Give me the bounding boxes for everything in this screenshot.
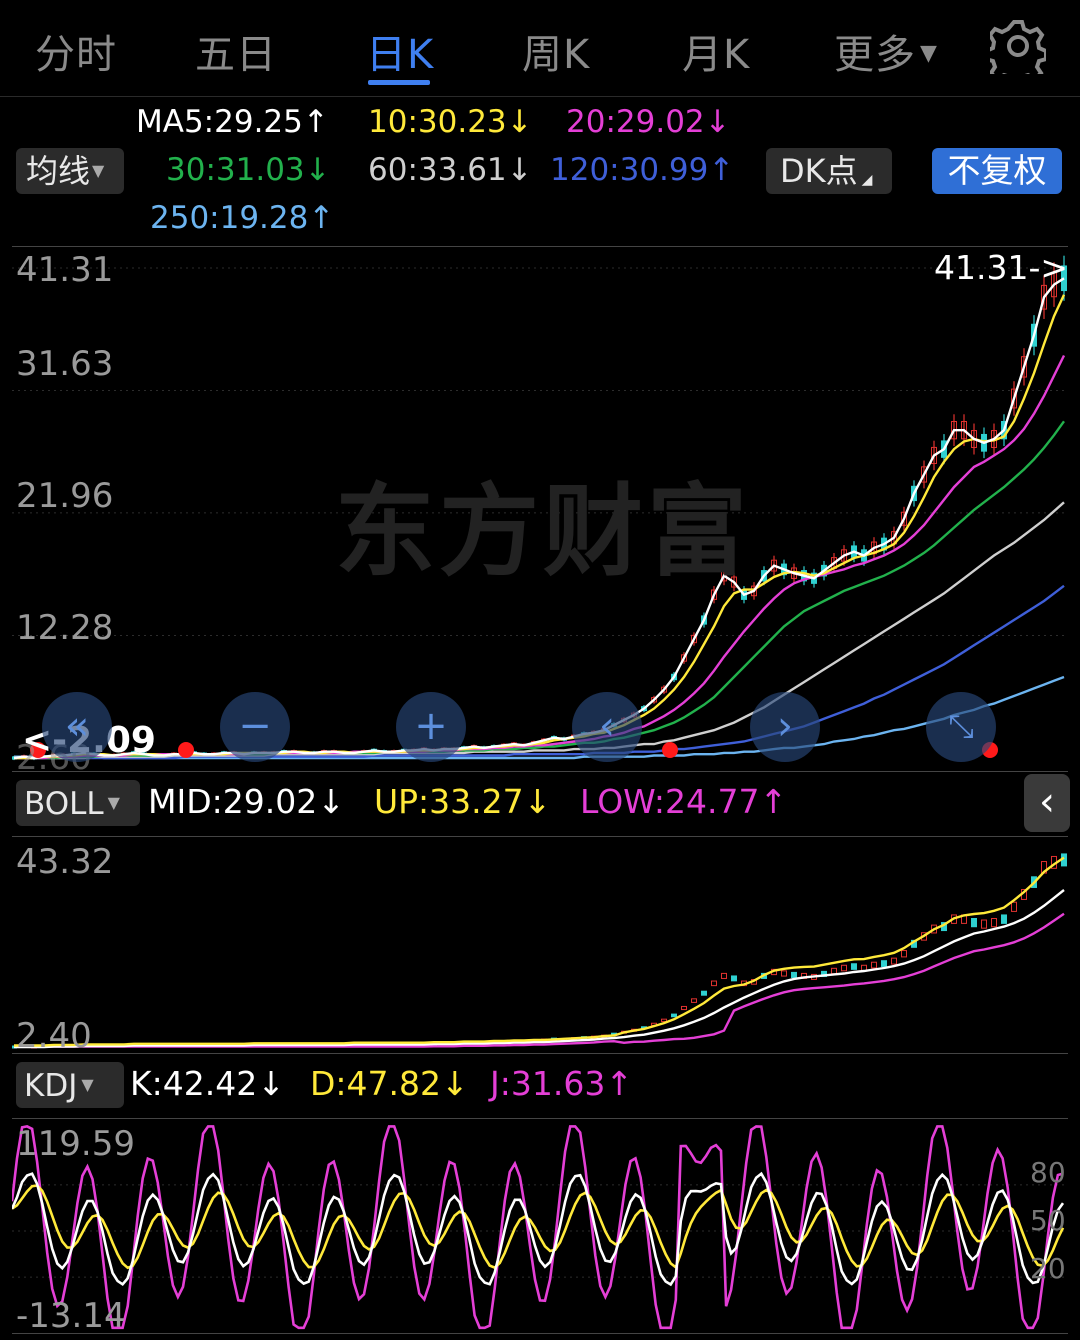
ma-line-ma120	[14, 584, 1065, 760]
boll-candle	[721, 972, 727, 979]
boll-up-label: UP:33.27↓	[374, 782, 552, 821]
tab-monthly-k[interactable]: 月K	[682, 22, 750, 80]
boll-candle	[1011, 901, 1017, 912]
ma120-label: 120:30.99↑	[550, 152, 735, 188]
dk-point-button[interactable]: DK点 ◢	[766, 148, 892, 194]
boll-candle	[881, 960, 887, 967]
gear-icon[interactable]	[990, 18, 1046, 74]
collapse-panel-button[interactable]: ‹	[1024, 774, 1070, 832]
arrow-right-icon: ->	[1028, 248, 1069, 287]
price-axis-label: 21.96	[16, 476, 114, 516]
kdj-axis-label: 50	[1030, 1204, 1066, 1237]
zoom-out-icon[interactable]: −	[220, 692, 290, 762]
boll-candle	[851, 963, 857, 970]
price-axis-label: 41.31	[16, 250, 114, 290]
boll-low-label: LOW:24.77↑	[580, 782, 788, 821]
boll-selector-label: BOLL	[24, 786, 104, 822]
ma10-label: 10:30.23↓	[368, 104, 533, 140]
dropdown-arrow-icon: ▼	[107, 793, 120, 812]
boll-candle	[681, 1005, 687, 1011]
boll-axis-label: 2.40	[16, 1016, 92, 1056]
max-price-marker: 41.31->	[934, 248, 1068, 287]
kdj-chart[interactable]	[12, 1118, 1068, 1332]
ma5-label: MA5:29.25↑	[136, 104, 329, 140]
dropdown-arrow-icon: ▼	[920, 41, 938, 66]
fullscreen-icon[interactable]: ⤡	[926, 692, 996, 762]
boll-candle	[991, 917, 997, 928]
boll-candle	[701, 990, 707, 996]
boll-candle	[971, 917, 977, 928]
tab-daily-k[interactable]: 日K	[366, 22, 434, 80]
kdj-j-label: J:31.63↑	[490, 1064, 633, 1103]
period-tabs: 分时 五日 日K 周K 月K 更多 ▼	[0, 0, 1080, 97]
boll-chart[interactable]	[12, 836, 1068, 1052]
price-axis-label: 12.28	[16, 608, 114, 648]
max-price-value: 41.31	[934, 248, 1029, 287]
kdj-axis-label: -13.14	[16, 1296, 126, 1336]
boll-axis-label: 43.32	[16, 842, 114, 882]
tab-five-day[interactable]: 五日	[195, 22, 277, 80]
watermark: 东方财富	[335, 473, 751, 590]
boll-candle	[711, 980, 717, 987]
boll-candle	[781, 970, 787, 977]
boll-candle	[791, 971, 797, 978]
boll-low-line	[14, 912, 1065, 1048]
kdj-d-label: D:47.82↓	[310, 1064, 469, 1103]
boll-candle	[981, 919, 987, 929]
kdj-selector-label: KDJ	[24, 1068, 78, 1104]
chevron-left-icon: ‹	[1039, 779, 1055, 825]
boll-candle	[691, 998, 697, 1003]
boll-candle	[871, 961, 877, 969]
ma60-label: 60:33.61↓	[368, 152, 533, 188]
dk-signal-dot	[662, 742, 678, 758]
kdj-axis-label: 80	[1030, 1156, 1066, 1189]
corner-arrow-icon: ◢	[861, 172, 873, 188]
ma-selector-label: 均线	[26, 152, 91, 190]
boll-candle	[891, 957, 897, 965]
dropdown-arrow-icon: ▼	[92, 161, 105, 180]
tab-weekly-k[interactable]: 周K	[522, 22, 590, 80]
adjust-mode-button[interactable]: 不复权	[932, 148, 1062, 194]
left-icon[interactable]: ‹	[572, 692, 642, 762]
active-tab-underline	[368, 80, 430, 85]
kdj-k-label: K:42.42↓	[130, 1064, 285, 1103]
dropdown-arrow-icon: ▼	[81, 1075, 94, 1094]
double-left-icon[interactable]: «	[42, 692, 112, 762]
boll-candle	[841, 964, 847, 972]
ma-selector-button[interactable]: 均线 ▼	[16, 148, 124, 194]
ma250-label: 250:19.28↑	[150, 200, 335, 236]
boll-candle	[831, 967, 837, 975]
boll-mid-label: MID:29.02↓	[148, 782, 345, 821]
boll-mid-line	[14, 889, 1065, 1049]
right-icon[interactable]: ›	[750, 692, 820, 762]
tab-more-label: 更多	[834, 32, 916, 78]
kdj-selector-button[interactable]: KDJ ▼	[16, 1062, 124, 1108]
dk-signal-dot	[178, 742, 194, 758]
ma20-label: 20:29.02↓	[566, 104, 731, 140]
kdj-j-line	[12, 1125, 1064, 1330]
dk-point-label: DK点	[780, 152, 858, 190]
ma30-label: 30:31.03↓	[166, 152, 331, 188]
kdj-axis-label: 20	[1030, 1252, 1066, 1285]
boll-candle	[901, 950, 907, 958]
boll-selector-button[interactable]: BOLL ▼	[16, 780, 140, 826]
boll-candle	[731, 975, 737, 982]
kdj-axis-label: 119.59	[16, 1124, 135, 1164]
tab-intraday[interactable]: 分时	[35, 22, 117, 80]
boll-candle	[671, 1013, 677, 1018]
price-axis-label: 31.63	[16, 344, 114, 384]
zoom-in-icon[interactable]: +	[396, 692, 466, 762]
boll-candle	[1001, 914, 1007, 924]
tab-more[interactable]: 更多 ▼	[834, 22, 938, 80]
